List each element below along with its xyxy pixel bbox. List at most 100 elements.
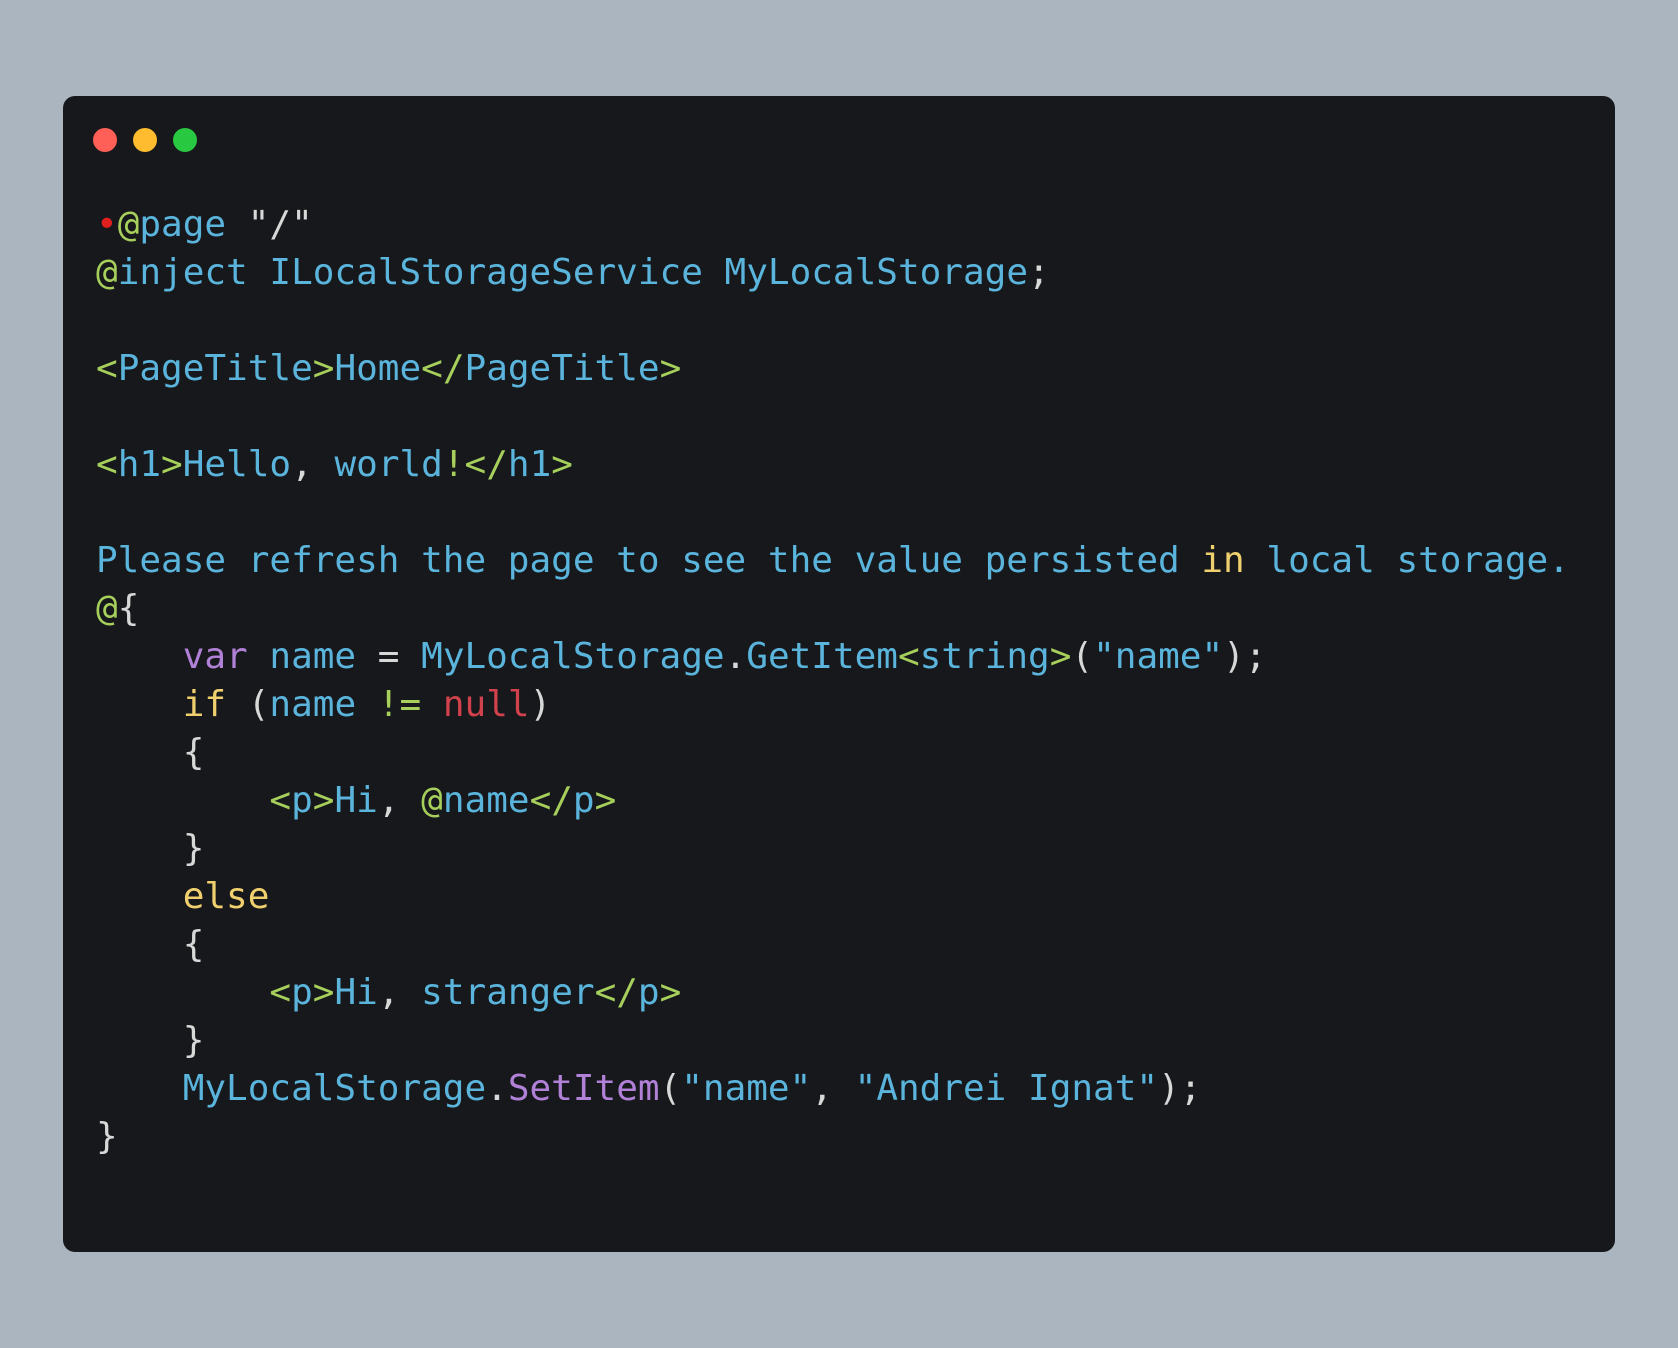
code-token: local storage.: [1244, 540, 1570, 581]
code-line: if (name != null): [96, 681, 1570, 729]
code-token: in: [1201, 540, 1245, 581]
code-token: "Andrei Ignat": [854, 1068, 1159, 1109]
code-token: </: [464, 444, 508, 485]
code-token: "name": [1093, 636, 1224, 677]
code-token: ,: [291, 444, 335, 485]
code-token: </: [529, 780, 573, 821]
code-token: h1: [117, 444, 162, 485]
code-token: <: [897, 636, 920, 677]
code-token: >: [312, 348, 335, 389]
code-token: (: [1071, 636, 1094, 677]
code-token: }: [96, 1020, 205, 1061]
code-token: Hi: [334, 780, 378, 821]
code-line: <p>Hi, @name</p>: [96, 777, 1570, 825]
code-line: @inject ILocalStorageService MyLocalStor…: [96, 249, 1570, 297]
code-line: •@page "/": [96, 201, 1570, 249]
code-line: {: [96, 921, 1570, 969]
code-token: @: [117, 204, 140, 245]
code-token: if: [182, 684, 227, 725]
code-token: >: [551, 444, 573, 485]
code-token: >: [659, 972, 682, 1013]
code-token: name: [442, 780, 530, 821]
code-token: }: [96, 828, 205, 869]
code-token: ,: [377, 972, 422, 1013]
code-line: }: [96, 825, 1570, 873]
code-token: Hello: [182, 444, 292, 485]
code-line: MyLocalStorage.SetItem("name", "Andrei I…: [96, 1065, 1570, 1113]
code-token: PageTitle: [464, 348, 660, 389]
code-line: else: [96, 873, 1570, 921]
code-token: >: [659, 348, 682, 389]
code-token: !: [442, 444, 465, 485]
code-token: Home: [334, 348, 422, 389]
code-line: }: [96, 1017, 1570, 1065]
code-token: >: [1049, 636, 1072, 677]
code-token: @: [96, 252, 118, 293]
code-token: PageTitle: [117, 348, 313, 389]
code-token: ;: [1028, 252, 1050, 293]
code-token: MyLocalStorage: [421, 636, 725, 677]
code-line: <PageTitle>Home</PageTitle>: [96, 345, 1570, 393]
code-token: p: [291, 780, 313, 821]
code-line: @{: [96, 585, 1570, 633]
code-token: else: [182, 876, 270, 917]
code-token: !=: [377, 684, 422, 725]
code-token: inject ILocalStorageService MyLocalStora…: [117, 252, 1028, 293]
code-token: .: [486, 1068, 508, 1109]
code-token: }: [96, 1116, 118, 1157]
code-line: <h1>Hello, world!</h1>: [96, 441, 1570, 489]
code-line: {: [96, 729, 1570, 777]
code-token: string: [919, 636, 1050, 677]
code-token: stranger: [421, 972, 595, 1013]
code-token: </: [421, 348, 465, 389]
code-token: (: [659, 1068, 682, 1109]
code-token: >: [594, 780, 617, 821]
code-token: =: [377, 636, 422, 677]
code-token: <: [96, 348, 118, 389]
code-token: name: [269, 684, 378, 725]
maximize-window-button[interactable]: [173, 128, 197, 152]
code-token: ): [529, 684, 552, 725]
code-window: •@page "/" @inject ILocalStorageService M…: [63, 96, 1615, 1252]
code-token: SetItem: [507, 1068, 660, 1109]
code-line: Please refresh the page to see the value…: [96, 537, 1570, 585]
code-token: );: [1223, 636, 1267, 677]
code-token: Hi: [334, 972, 378, 1013]
code-token: <: [269, 972, 292, 1013]
code-token: @: [421, 780, 443, 821]
code-token: Please refresh the page to see the value…: [96, 540, 1202, 581]
minimize-window-button[interactable]: [133, 128, 157, 152]
code-token: <: [96, 444, 118, 485]
code-token: "/": [247, 204, 313, 245]
code-token: .: [724, 636, 747, 677]
code-token: world: [334, 444, 443, 485]
code-token: "name": [681, 1068, 812, 1109]
code-token: ,: [811, 1068, 855, 1109]
code-token: {: [96, 924, 205, 965]
code-token: GetItem: [746, 636, 898, 677]
code-token: name: [247, 636, 378, 677]
code-token: >: [161, 444, 183, 485]
code-token: >: [312, 780, 335, 821]
code-token: null: [442, 684, 530, 725]
code-token: </: [594, 972, 638, 1013]
code-token: @: [96, 588, 118, 629]
code-token: {: [117, 588, 140, 629]
code-token: p: [291, 972, 313, 1013]
code-token: <: [269, 780, 292, 821]
code-token: );: [1158, 1068, 1202, 1109]
breakpoint-marker: •: [96, 204, 118, 245]
code-token: p: [637, 972, 660, 1013]
code-token: var: [182, 636, 248, 677]
code-line: }: [96, 1113, 1570, 1161]
close-window-button[interactable]: [93, 128, 117, 152]
